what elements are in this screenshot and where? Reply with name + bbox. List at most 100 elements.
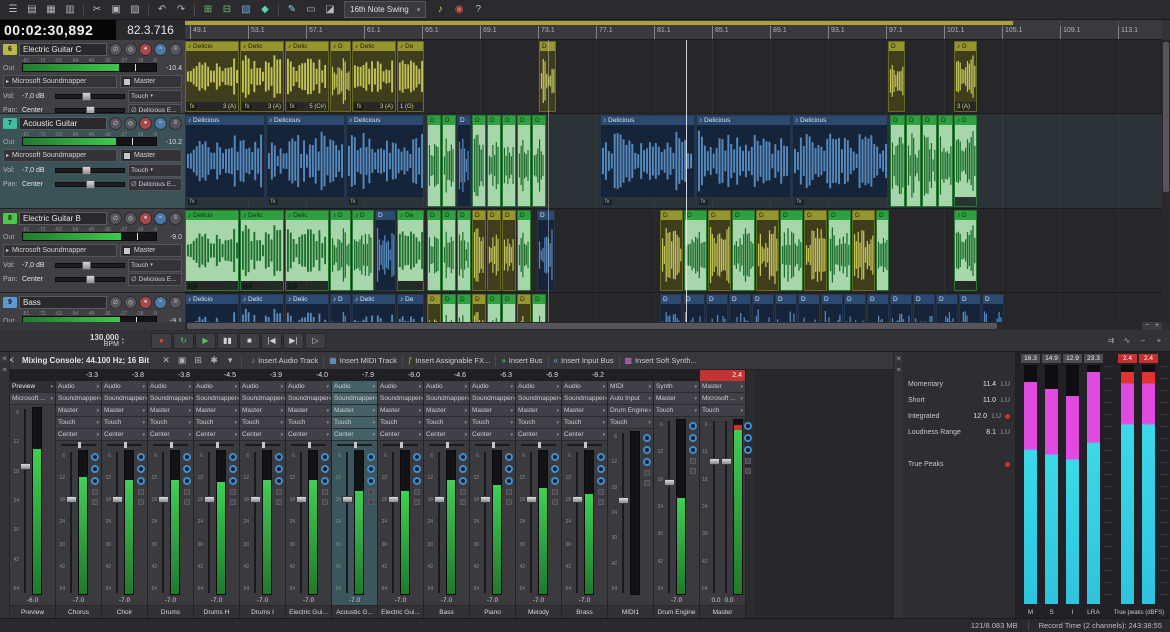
channel-pan-slider[interactable] [102,441,147,448]
more-button[interactable]: ≡ [169,43,182,56]
clip-header[interactable]: D [473,116,485,125]
fader-handle[interactable] [721,458,732,465]
channel-pan-slider[interactable] [148,441,193,448]
send-knob[interactable] [229,453,237,461]
send-knob[interactable] [459,465,467,473]
audio-clip[interactable]: D [660,294,682,322]
channel-row-audio[interactable]: Audio▾ [148,381,193,393]
clip-fx-badge[interactable]: fx [795,199,804,205]
track-lane[interactable]: ♪ Deliciofx3 (A)♪ Delicfx3 (A)♪ Delicfx5… [185,40,1162,114]
send-knob[interactable] [91,453,99,461]
audio-clip[interactable]: D [472,115,486,207]
audio-clip[interactable]: D [472,294,486,322]
metronome-icon[interactable]: ♪ [431,2,449,18]
audio-clip[interactable]: D [876,210,889,291]
mixer-channel-melody[interactable]: -6.9Audio▾Soundmapper▾Master▾Touch▾Cente… [516,370,562,618]
track-header-electric-guitar-c[interactable]: 6Electric Guitar C∅◎●≈≡Out-81-72-63-54-4… [0,40,185,114]
send-knob[interactable] [744,446,752,454]
channel-mini-button[interactable] [230,489,236,495]
clip-header[interactable]: D [907,116,920,125]
channel-row-audio[interactable]: Audio▾ [286,381,331,393]
timeline-arrange-area[interactable]: ♪ Deliciofx3 (A)♪ Delicfx3 (A)♪ Delicfx5… [185,40,1162,322]
clip-header[interactable]: ♪ D [353,211,373,220]
channel-mini-button[interactable] [745,468,751,474]
send-knob[interactable] [597,453,605,461]
mute-button[interactable]: ∅ [109,117,122,130]
audio-clip[interactable]: ♪ Deliciofx3 (A) [185,210,239,291]
clip-header[interactable]: D [458,116,470,125]
channel-mini-button[interactable] [322,489,328,495]
mute-button[interactable]: ∅ [109,43,122,56]
pan-handle[interactable] [400,442,403,448]
draw-tool-icon[interactable]: ✎ [283,2,301,18]
send-knob[interactable] [459,477,467,485]
pause-button[interactable]: ▮▮ [217,333,238,349]
clip-header[interactable]: ♪ De [398,295,423,304]
bpm-value[interactable]: 130,000 [90,334,119,341]
channel-row-soundmapper[interactable]: Soundmapper▾ [378,393,423,405]
audio-clip[interactable]: D [427,210,441,291]
pan-slider-handle[interactable] [86,275,95,284]
channel-name[interactable]: Drums H [194,605,239,618]
audio-clip[interactable]: D [442,115,456,207]
clip-header[interactable]: ♪ Delicious [267,116,344,125]
clip-header[interactable]: D [428,211,440,220]
help-icon[interactable]: ? [469,2,487,18]
clip-header[interactable]: D [458,295,470,304]
volume-slider[interactable] [55,94,125,99]
fader-handle[interactable] [204,496,215,503]
meter-peak-readout[interactable]: 14.9 [1042,354,1061,363]
track-name-field[interactable]: Acoustic Guitar [19,117,107,130]
audio-clip[interactable]: D [732,210,755,291]
channel-row-synth[interactable]: Synth▾ [654,381,699,393]
loop-playback-button[interactable]: ↻ [173,333,194,349]
channel-row-touch[interactable]: Touch▾ [148,417,193,429]
fx-button[interactable]: ≈ [154,212,167,225]
audio-clip[interactable]: D [982,294,1004,322]
channel-row-center[interactable]: Center▾ [194,429,239,441]
audio-clip[interactable]: D [684,210,707,291]
channel-row-midi[interactable]: MIDI▾ [608,381,653,393]
mute-button[interactable]: ∅ [109,212,122,225]
channel-row-soundmapper[interactable]: Soundmapper▾ [240,393,285,405]
clip-header[interactable]: D [473,211,485,220]
bpm-control[interactable]: 130,000 BPM ▲▼ [90,334,125,348]
send-knob[interactable] [275,453,283,461]
channel-fader[interactable] [20,407,31,595]
insert-soft-synth-button[interactable]: ▩Insert Soft Synth... [620,354,702,368]
audio-clip[interactable]: ♪ De [397,294,424,322]
channel-fader[interactable] [526,450,537,595]
track-lane[interactable]: ♪ Deliciofx3 (A)♪ Delicfx3 (A)♪ Delicfx5… [185,209,1162,293]
send-knob[interactable] [183,465,191,473]
send-knob[interactable] [229,477,237,485]
channel-row-touch[interactable]: Touch▾ [700,405,745,417]
send-knob[interactable] [137,477,145,485]
fader-handle[interactable] [342,496,353,503]
audio-clip[interactable]: D [729,294,751,322]
bus-select[interactable]: Master [120,75,182,88]
mute-button[interactable]: ∅ [109,296,122,309]
channel-row-center[interactable]: Center▾ [516,429,561,441]
channel-row-audio[interactable]: Audio▾ [194,381,239,393]
audio-clip[interactable]: ♪ Delicfx3 (A) [240,41,284,112]
audio-clip[interactable]: D [502,115,516,207]
save-project-icon[interactable]: ▥ [61,2,79,18]
audio-clip[interactable]: ♪ Delicfx [352,294,396,322]
clip-header[interactable]: D [889,42,904,51]
channel-row-master[interactable]: Master▾ [240,405,285,417]
channel-fader[interactable] [342,450,353,595]
audio-clip[interactable]: D [888,41,905,112]
audio-clip[interactable]: D [502,210,516,291]
channel-row-soundmapper[interactable]: Soundmapper▾ [102,393,147,405]
clip-header[interactable]: D [685,211,706,220]
send-knob[interactable] [413,453,421,461]
channel-row-auto-input[interactable]: Auto Input▾ [608,393,653,405]
audio-clip[interactable]: ♪ Deliciofx [185,294,239,322]
channel-row-soundmapper[interactable]: Soundmapper▾ [286,393,331,405]
channel-fader[interactable] [158,450,169,595]
settings-icon[interactable]: ✱ [207,355,221,366]
playhead[interactable] [686,40,687,322]
channel-pan-slider[interactable] [194,441,239,448]
audio-clip[interactable]: D [936,294,958,322]
channel-row-audio[interactable]: Audio▾ [378,381,423,393]
